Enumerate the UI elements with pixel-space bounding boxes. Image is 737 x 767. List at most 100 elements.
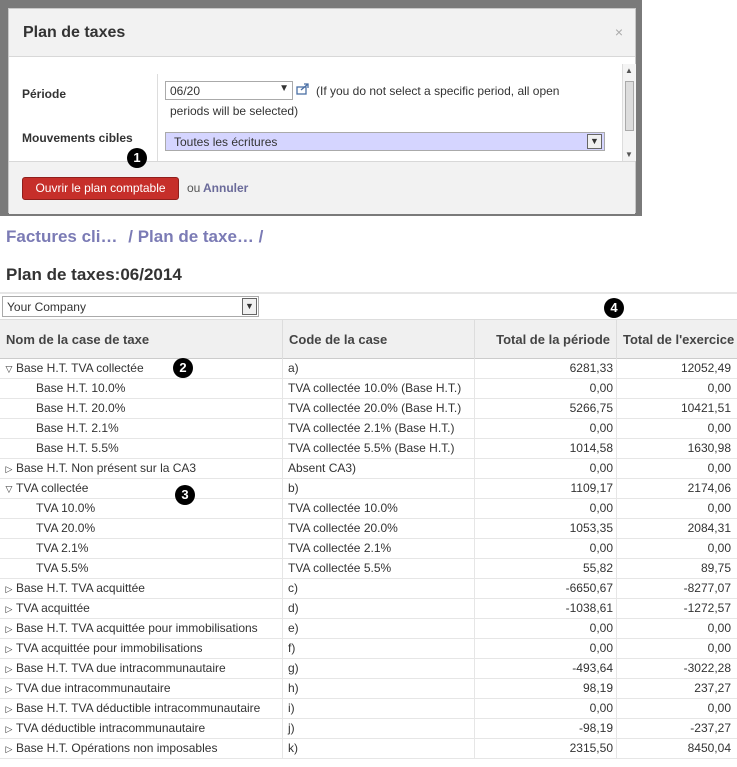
tax-case-name-cell: Base H.T. 2.1% bbox=[0, 419, 283, 439]
tax-case-name-cell: ▷ Base H.T. TVA déductible intracommunaut… bbox=[0, 699, 283, 719]
tax-case-code: TVA collectée 10.0% bbox=[283, 499, 475, 519]
table-row[interactable]: ▷ TVA acquittée pour immobilisations f) 0,0… bbox=[0, 639, 737, 659]
caret-right-icon[interactable]: ▷ bbox=[2, 460, 16, 479]
table-row[interactable]: ▽ Base H.T. TVA collectée a) 6281,33 12052,4… bbox=[0, 359, 737, 379]
target-moves-value: Toutes les écritures bbox=[174, 135, 278, 149]
table-row[interactable]: Base H.T. 5.5% TVA collectée 5.5% (Base H… bbox=[0, 439, 737, 459]
chevron-down-icon: ▼ bbox=[587, 134, 602, 149]
period-total: -493,64 bbox=[475, 659, 617, 679]
target-moves-label: Mouvements cibles bbox=[22, 131, 133, 145]
year-total: -3022,28 bbox=[683, 661, 731, 675]
table-row[interactable]: Base H.T. 20.0% TVA collectée 20.0% (Base… bbox=[0, 399, 737, 419]
caret-right-icon[interactable]: ▷ bbox=[2, 620, 16, 639]
caret-down-icon[interactable]: ▽ bbox=[2, 360, 16, 379]
tax-case-name: Base H.T. TVA due intracommunautaire bbox=[16, 661, 226, 675]
period-total: 1014,58 bbox=[475, 439, 617, 459]
tax-case-name: TVA due intracommunautaire bbox=[16, 681, 171, 695]
column-header-year[interactable]: Total de l'exercice bbox=[617, 320, 737, 359]
column-header-period[interactable]: Total de la période bbox=[475, 320, 617, 359]
grid-header: Nom de la case de taxe Code de la case T… bbox=[0, 319, 737, 359]
year-total: 0,00 bbox=[707, 541, 731, 555]
table-row[interactable]: Base H.T. 2.1% TVA collectée 2.1% (Base H… bbox=[0, 419, 737, 439]
scroll-down-icon[interactable]: ▼ bbox=[625, 150, 633, 159]
callout-1: 1 bbox=[127, 148, 147, 168]
column-header-name[interactable]: Nom de la case de taxe bbox=[0, 320, 283, 359]
tax-case-code: TVA collectée 10.0% (Base H.T.) bbox=[283, 379, 475, 399]
caret-right-icon[interactable]: ▷ bbox=[2, 660, 16, 679]
year-total: 0,00 bbox=[707, 421, 731, 435]
table-row[interactable]: ▷ TVA déductible intracommunautaire j) -98,… bbox=[0, 719, 737, 739]
cancel-link[interactable]: Annuler bbox=[203, 181, 248, 195]
table-row[interactable]: TVA 2.1% TVA collectée 2.1% 0,00 0,00 bbox=[0, 539, 737, 559]
table-row[interactable]: Base H.T. 10.0% TVA collectée 10.0% (Base… bbox=[0, 379, 737, 399]
breadcrumb-separator: / bbox=[258, 227, 264, 246]
caret-down-icon[interactable]: ▽ bbox=[2, 480, 16, 499]
tax-case-name: TVA 10.0% bbox=[36, 501, 96, 515]
caret-right-icon[interactable]: ▷ bbox=[2, 640, 16, 659]
tax-case-code: TVA collectée 5.5% bbox=[283, 559, 475, 579]
external-link-icon[interactable] bbox=[296, 83, 310, 95]
caret-right-icon[interactable]: ▷ bbox=[2, 680, 16, 699]
caret-right-icon[interactable]: ▷ bbox=[2, 700, 16, 719]
table-row[interactable]: ▷ Base H.T. TVA déductible intracommunaut… bbox=[0, 699, 737, 719]
year-total: 237,27 bbox=[694, 681, 731, 695]
period-total: -98,19 bbox=[475, 719, 617, 739]
caret-right-icon[interactable]: ▷ bbox=[2, 740, 16, 759]
tax-case-name: TVA acquittée pour immobilisations bbox=[16, 641, 203, 655]
tax-case-name-cell: ▷ Base H.T. Opérations non imposables bbox=[0, 739, 283, 759]
breadcrumb-invoices[interactable]: Factures cli… bbox=[6, 227, 118, 246]
target-moves-select[interactable]: Toutes les écritures ▼ bbox=[165, 132, 605, 151]
table-row[interactable]: ▷ TVA due intracommunautaire h) 98,19 237,27 bbox=[0, 679, 737, 699]
tax-case-name-cell: Base H.T. 20.0% bbox=[0, 399, 283, 419]
period-hint-line2: periods will be selected) bbox=[170, 104, 299, 118]
year-total: 12052,49 bbox=[680, 361, 731, 375]
period-select[interactable]: 06/20 ▼ bbox=[165, 81, 293, 100]
period-total: 6281,33 bbox=[475, 359, 617, 379]
year-total: 0,00 bbox=[707, 381, 731, 395]
open-chart-button[interactable]: Ouvrir le plan comptable bbox=[22, 177, 179, 200]
tax-case-name: Base H.T. TVA déductible intracommunauta… bbox=[16, 701, 261, 715]
breadcrumb: Factures cli… / Plan de taxe… / bbox=[6, 227, 263, 247]
tax-case-code: Absent CA3) bbox=[283, 459, 475, 479]
dialog-title: Plan de taxes bbox=[23, 24, 126, 41]
table-row[interactable]: TVA 5.5% TVA collectée 5.5% 55,82 89,75 bbox=[0, 559, 737, 579]
table-row[interactable]: ▷ Base H.T. TVA acquittée pour immobilisa… bbox=[0, 619, 737, 639]
period-label: Période bbox=[22, 87, 67, 101]
callout-2: 2 bbox=[173, 358, 193, 378]
close-icon[interactable]: × bbox=[615, 24, 623, 40]
caret-right-icon[interactable]: ▷ bbox=[2, 600, 16, 619]
dialog-scrollbar[interactable]: ▲ ▼ bbox=[622, 64, 636, 161]
year-total: 10421,51 bbox=[680, 401, 731, 415]
caret-right-icon[interactable]: ▷ bbox=[2, 580, 16, 599]
year-total: 0,00 bbox=[707, 621, 731, 635]
table-row[interactable]: ▷ TVA acquittée d) -1038,61 -1272,57 bbox=[0, 599, 737, 619]
tax-case-name-cell: TVA 5.5% bbox=[0, 559, 283, 579]
table-row[interactable]: ▷ Base H.T. Opérations non imposables k) 23… bbox=[0, 739, 737, 759]
scroll-up-icon[interactable]: ▲ bbox=[625, 66, 633, 75]
tax-case-code: TVA collectée 2.1% (Base H.T.) bbox=[283, 419, 475, 439]
chevron-down-icon: ▼ bbox=[279, 83, 289, 94]
year-total: -237,27 bbox=[690, 721, 731, 735]
breadcrumb-tax-chart[interactable]: Plan de taxe… bbox=[138, 227, 254, 246]
table-row[interactable]: ▷ Base H.T. TVA acquittée c) -6650,67 -8277,… bbox=[0, 579, 737, 599]
table-row[interactable]: TVA 20.0% TVA collectée 20.0% 1053,35 2084,… bbox=[0, 519, 737, 539]
tax-case-name-cell: ▽ TVA collectée bbox=[0, 479, 283, 499]
tax-case-name-cell: Base H.T. 5.5% bbox=[0, 439, 283, 459]
table-row[interactable]: TVA 10.0% TVA collectée 10.0% 0,00 0,00 bbox=[0, 499, 737, 519]
period-total: 55,82 bbox=[475, 559, 617, 579]
caret-right-icon[interactable]: ▷ bbox=[2, 720, 16, 739]
table-row[interactable]: ▽ TVA collectée b) 1109,17 2174,06 bbox=[0, 479, 737, 499]
year-total: 1630,98 bbox=[687, 441, 731, 455]
period-total: -1038,61 bbox=[475, 599, 617, 619]
period-total: 0,00 bbox=[475, 499, 617, 519]
table-row[interactable]: ▷ Base H.T. Non présent sur la CA3 Absent … bbox=[0, 459, 737, 479]
tax-case-name: TVA collectée bbox=[16, 481, 89, 495]
tax-case-code: a) bbox=[283, 359, 475, 379]
tax-case-code: f) bbox=[283, 639, 475, 659]
tax-case-code: h) bbox=[283, 679, 475, 699]
table-row[interactable]: ▷ Base H.T. TVA due intracommunautaire g) -… bbox=[0, 659, 737, 679]
tax-case-name-cell: TVA 20.0% bbox=[0, 519, 283, 539]
scrollbar-thumb[interactable] bbox=[625, 81, 634, 131]
company-select[interactable]: Your Company ▼ bbox=[2, 296, 259, 317]
column-header-code[interactable]: Code de la case bbox=[283, 320, 475, 359]
